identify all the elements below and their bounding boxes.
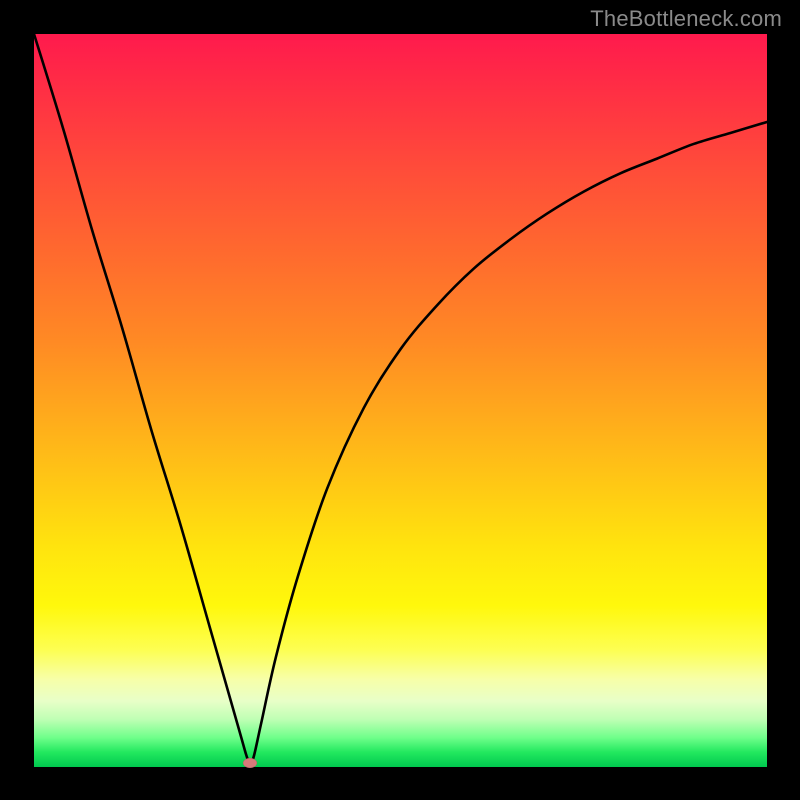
watermark-text: TheBottleneck.com <box>590 6 782 32</box>
curve-svg <box>34 34 767 767</box>
plot-area <box>34 34 767 767</box>
bottleneck-curve <box>34 34 767 763</box>
chart-frame: TheBottleneck.com <box>0 0 800 800</box>
